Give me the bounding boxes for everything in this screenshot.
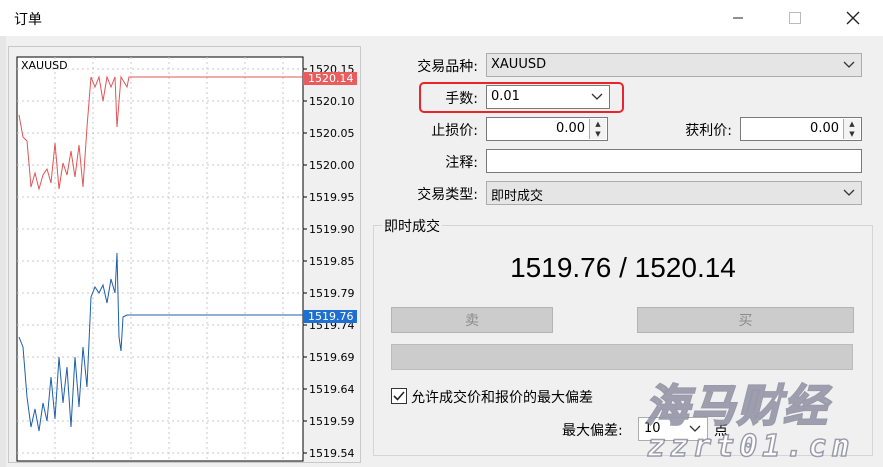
- maximize-button[interactable]: [775, 6, 815, 30]
- ask-price-tag: 1520.14: [308, 72, 354, 85]
- volume-highlight-box: [419, 82, 624, 113]
- symbol-label: 交易品种:: [417, 59, 478, 75]
- y-tick-label: 1520.05: [309, 127, 355, 140]
- y-tick-label: 1519.95: [309, 191, 355, 204]
- window-title: 订单: [14, 12, 42, 28]
- chevron-down-icon: [843, 61, 855, 68]
- bid-price-tag: 1519.76: [308, 310, 354, 323]
- tick-chart: XAUUSD 1520.151520.101520.051520.001519.…: [16, 56, 357, 462]
- maximize-icon: [789, 12, 801, 24]
- minimize-icon: [733, 17, 743, 19]
- take-profit-label: 获利价:: [685, 123, 732, 139]
- comment-label: 注释:: [445, 155, 478, 171]
- order-type-value: 即时成交: [491, 189, 544, 204]
- stop-loss-spinner[interactable]: ▲ ▼: [589, 119, 606, 139]
- sell-button[interactable]: 卖: [391, 307, 553, 333]
- minimize-button[interactable]: [718, 6, 758, 30]
- stop-loss-label: 止损价:: [431, 123, 478, 139]
- spin-up-icon[interactable]: ▲: [843, 119, 860, 129]
- close-icon: [846, 11, 860, 25]
- tick-chart-panel: XAUUSD 1520.15 1520.10 1520.05 1520.00 1519.…: [8, 46, 361, 463]
- y-tick-label: 1519.79: [309, 287, 355, 300]
- take-profit-spinner[interactable]: ▲ ▼: [843, 119, 860, 139]
- allow-deviation-label: 允许成交价和报价的最大偏差: [411, 390, 593, 406]
- y-tick-label: 1519.90: [309, 223, 355, 236]
- symbol-select[interactable]: XAUUSD: [486, 53, 862, 77]
- watermark-logo-text: 海马财经: [644, 380, 829, 433]
- execution-progress-bar: [391, 344, 853, 370]
- checkmark-icon: [393, 391, 405, 401]
- spin-down-icon[interactable]: ▼: [843, 129, 860, 139]
- stop-loss-value: 0.00: [556, 121, 585, 136]
- y-tick-label: 1520.00: [309, 159, 355, 172]
- take-profit-value: 0.00: [810, 121, 839, 136]
- take-profit-input[interactable]: 0.00 ▲ ▼: [740, 117, 862, 141]
- background-window-edge: [0, 36, 6, 467]
- watermark-url: zzrt01.cn: [646, 428, 855, 465]
- spin-down-icon[interactable]: ▼: [589, 129, 606, 139]
- max-deviation-label: 最大偏差:: [562, 423, 623, 439]
- group-title: 即时成交: [382, 216, 442, 236]
- y-tick-label: 1519.85: [309, 255, 355, 268]
- order-type-select[interactable]: 即时成交: [486, 181, 862, 205]
- y-tick-label: 1519.64: [309, 383, 355, 396]
- comment-input[interactable]: [486, 149, 862, 173]
- y-tick-label: 1519.69: [309, 351, 355, 364]
- chevron-down-icon: [843, 189, 855, 196]
- order-type-label: 交易类型:: [417, 187, 478, 203]
- stop-loss-input[interactable]: 0.00 ▲ ▼: [486, 117, 608, 141]
- symbol-value: XAUUSD: [491, 57, 547, 72]
- bid-ask-quote: 1519.76 / 1520.14: [510, 252, 736, 283]
- close-button[interactable]: [833, 6, 873, 30]
- title-bar: 订单: [0, 0, 883, 36]
- y-tick-label: 1520.10: [309, 95, 355, 108]
- spin-up-icon[interactable]: ▲: [589, 119, 606, 129]
- allow-deviation-checkbox[interactable]: [391, 388, 407, 404]
- y-tick-label: 1519.59: [309, 415, 355, 428]
- chart-symbol-label: XAUUSD: [21, 59, 68, 72]
- buy-button[interactable]: 买: [637, 307, 854, 333]
- y-tick-label: 1519.54: [309, 447, 355, 460]
